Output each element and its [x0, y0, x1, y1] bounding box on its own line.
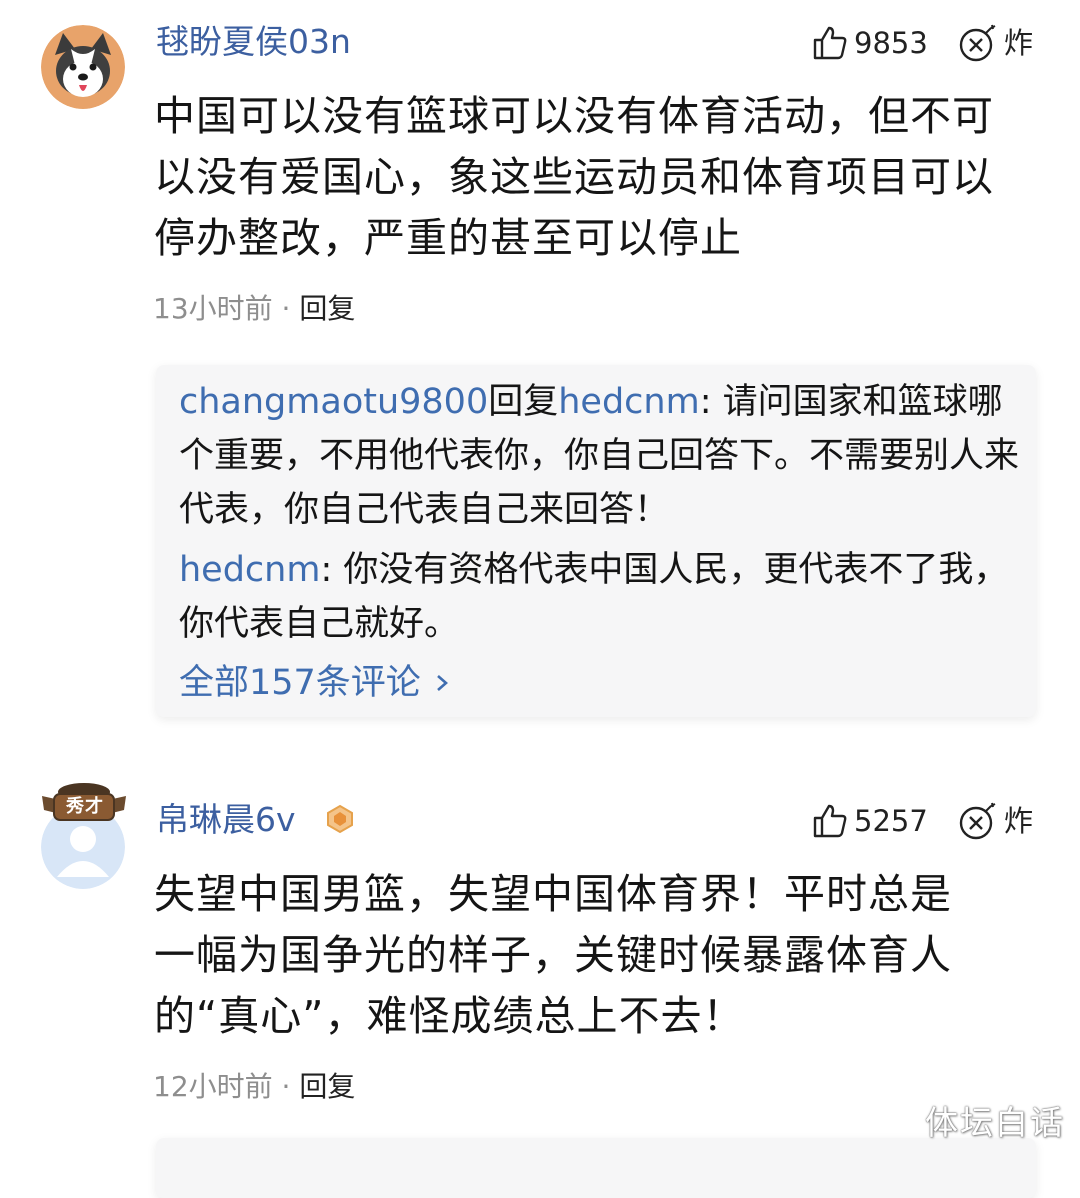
thumbs-up-icon [813, 26, 847, 60]
comment-text: 中国可以没有篮球可以没有体育活动，但不可以没有爱国心，象这些运动员和体育项目可以… [154, 92, 994, 262]
like-button[interactable]: 9853 [812, 21, 928, 65]
like-count: 5257 [854, 804, 928, 838]
bomb-button[interactable]: 炸 [958, 21, 1033, 65]
reply-word: 回复 [488, 382, 559, 422]
thumbs-up-icon [813, 804, 847, 838]
comment-username[interactable]: 毬盼夏侯03n [156, 22, 351, 62]
like-count: 9853 [854, 26, 928, 60]
avatar-badge-text: 秀才 [66, 796, 104, 817]
comment-text: 失望中国男篮，失望中国体育界！平时总是一幅为国争光的样子，关键时候暴露体育人的“… [154, 870, 952, 1040]
level-badge-icon [327, 804, 353, 834]
comment-time: 13小时前 [153, 292, 273, 325]
bomb-label: 炸 [1004, 804, 1034, 838]
chevron-right-icon [436, 675, 448, 691]
all-comments-link[interactable]: 全部157条评论 [179, 661, 453, 705]
reply-item: hedcnm: 你没有资格代表中国人民，更代表不了我，你代表自己就好。 [179, 543, 1019, 651]
comment-username[interactable]: 帛琳晨6v [156, 800, 296, 840]
all-comments-label: 全部157条评论 [179, 663, 421, 703]
comment-time: 12小时前 [153, 1070, 273, 1103]
comment-meta: 13小时前 · 回复 [153, 291, 355, 327]
reply-author[interactable]: changmaotu9800 [179, 382, 488, 422]
reply-thread: changmaotu9800回复hedcnm: 请问国家和篮球哪个重要，不用他代… [156, 365, 1036, 717]
meta-separator: · [272, 1070, 300, 1103]
bomb-button[interactable]: 炸 [958, 799, 1033, 843]
reply-button[interactable]: 回复 [299, 292, 355, 325]
avatar-frame-badge: 秀才 [40, 782, 128, 824]
bomb-icon [959, 24, 996, 62]
like-button[interactable]: 5257 [812, 799, 928, 843]
reply-button[interactable]: 回复 [299, 1070, 355, 1103]
bomb-icon [959, 802, 996, 840]
reply-target[interactable]: hedcnm [558, 382, 699, 422]
meta-separator: · [272, 292, 300, 325]
husky-avatar-icon [41, 25, 125, 109]
comment-meta: 12小时前 · 回复 [153, 1069, 355, 1105]
reply-item: changmaotu9800回复hedcnm: 请问国家和篮球哪个重要，不用他代… [179, 375, 1019, 537]
avatar[interactable] [41, 25, 125, 109]
watermark: 体坛白话 [925, 1103, 1065, 1142]
bomb-label: 炸 [1004, 26, 1034, 60]
reply-author[interactable]: hedcnm [179, 550, 320, 590]
reply-thread-preview [156, 1138, 1036, 1198]
